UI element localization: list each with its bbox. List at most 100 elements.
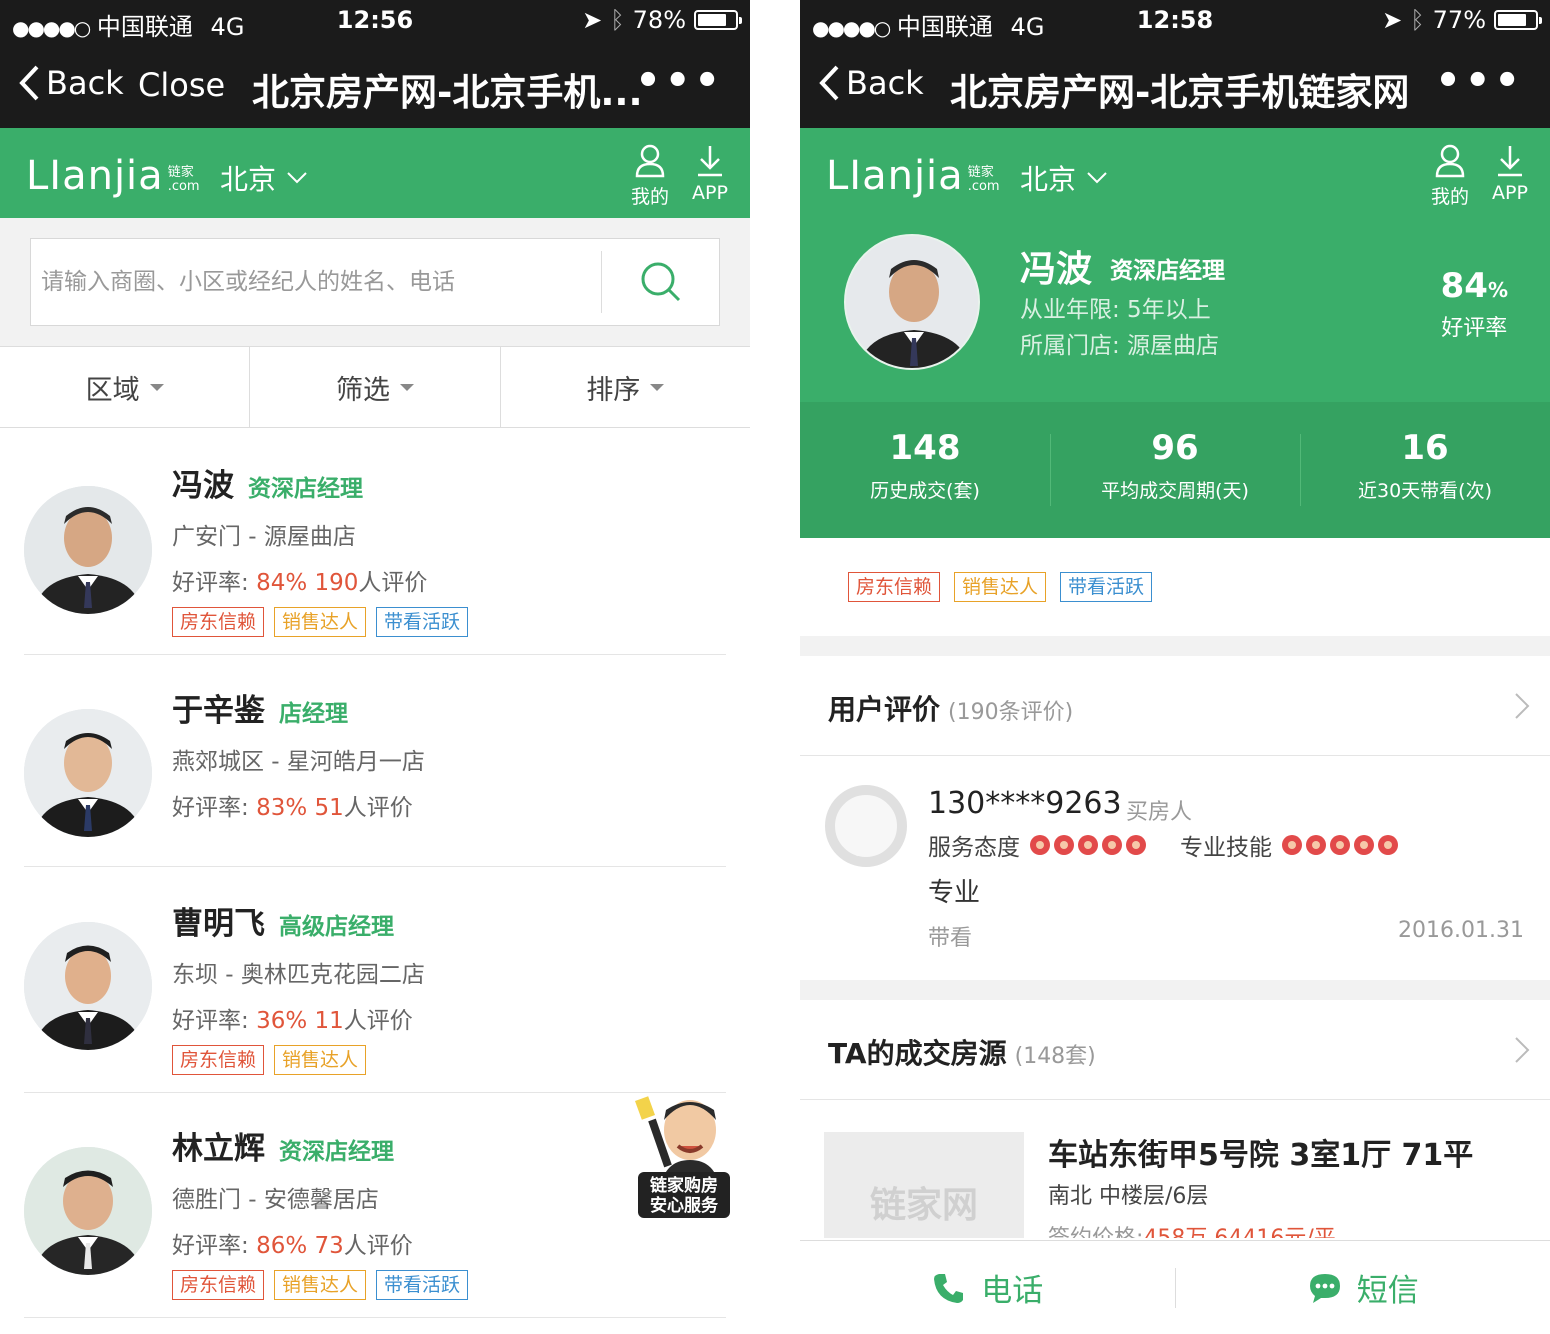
filter-label: 区域 [85, 374, 140, 406]
agent-card[interactable]: 冯波 资深店经理 广安门 - 源屋曲店 好评率: 84% 190人评价 房东信赖 … [24, 430, 726, 655]
mine-button[interactable]: 我的 [620, 144, 680, 209]
status-right: ➤ ᛒ 77% [1382, 6, 1542, 34]
agent-avatar [24, 486, 152, 614]
app-download-button[interactable]: APP [1480, 144, 1540, 204]
search-button[interactable] [602, 239, 720, 325]
back-label: Back [846, 64, 924, 102]
phone-icon [934, 1273, 964, 1303]
back-button[interactable]: Back [818, 64, 924, 102]
site-header: LIanjia 链家 .com 北京 我的 APP [0, 128, 750, 218]
logo-cn: 链家 [167, 165, 194, 180]
agent-rating: 好评率: 84% 190人评价 [172, 570, 428, 596]
tag-sales-expert: 销售达人 [274, 607, 367, 637]
city-selector[interactable]: 北京 [220, 158, 308, 198]
message-icon [1309, 1273, 1340, 1303]
filter-bar: 区域 筛选 排序 [0, 346, 750, 428]
filter-sort[interactable]: 排序 [501, 347, 750, 427]
mine-button[interactable]: 我的 [1420, 144, 1480, 209]
sms-label: 短信 [1356, 1273, 1419, 1309]
mine-label: 我的 [1430, 186, 1469, 208]
review-content: 专业 [928, 878, 981, 908]
back-button[interactable]: Back [18, 64, 124, 102]
lianjia-logo[interactable]: LIanjia 链家 .com [826, 156, 1000, 196]
filter-area[interactable]: 区域 [0, 347, 251, 427]
battery-icon [1494, 10, 1542, 30]
agent-role: 资深店经理 [279, 1139, 394, 1165]
agent-info: 于辛鉴 店经理 燕郊城区 - 星河皓月一店 好评率: 83% 51人评价 [172, 685, 425, 822]
call-button[interactable]: 电话 [800, 1241, 1175, 1334]
status-bar: ●●●●○ 中国联通 4G 12:56 ➤ ᛒ 78% [0, 0, 750, 41]
mascot-slogan: 链家购房 安心服务 [650, 1176, 718, 1216]
agent-rating: 好评率: 83% 51人评价 [172, 795, 413, 821]
app-download-button[interactable]: APP [680, 144, 740, 204]
close-button[interactable]: Close [138, 66, 225, 104]
logo-word: LIanjia [826, 153, 964, 199]
agent-avatar [24, 709, 152, 837]
site-header: LIanjia 链家 .com 北京 我的 APP [800, 128, 1550, 218]
deals-section-header[interactable]: TA的成交房源 (148套) [800, 1000, 1550, 1100]
stat-recent-viewings: 16 近30天带看(次) [1300, 402, 1550, 538]
logo-cn: 链家 [967, 165, 994, 180]
more-menu-button[interactable]: ••• [635, 58, 724, 104]
app-label: APP [1492, 182, 1528, 204]
caret-down-icon [399, 383, 414, 391]
section-count: (190条评价) [948, 700, 1074, 725]
review-count: 51 [314, 795, 344, 821]
chevron-down-icon [1087, 172, 1107, 184]
filter-screen[interactable]: 筛选 [250, 347, 501, 427]
agent-card[interactable]: 曹明飞 高级店经理 东坝 - 奥林匹克花园二店 好评率: 36% 11人评价 房东… [24, 868, 726, 1093]
status-bar: ●●●●○ 中国联通 4G 12:58 ➤ ᛒ 77% [800, 0, 1550, 41]
agent-role: 高级店经理 [279, 914, 394, 940]
battery-percent: 78% [632, 6, 686, 34]
rating-value: 84 [1440, 266, 1488, 306]
reviews-section-header[interactable]: 用户评价 (190条评价) [800, 656, 1550, 756]
status-right: ➤ ᛒ 78% [582, 6, 742, 34]
chevron-right-icon [1515, 1037, 1530, 1063]
agent-rating: 84% 好评率 [1440, 266, 1508, 341]
review-date: 2016.01.31 [1398, 918, 1524, 943]
agent-store: 东坝 - 奥林匹克花园二店 [172, 962, 425, 988]
agent-avatar [24, 1147, 152, 1275]
page-title: 北京房产网-北京手机链家网 [950, 71, 1410, 114]
tag-sales-expert: 销售达人 [274, 1270, 367, 1300]
chevron-down-icon [287, 172, 307, 184]
city-selector[interactable]: 北京 [1020, 158, 1108, 198]
lianjia-logo[interactable]: LIanjia 链家 .com [26, 156, 200, 196]
flower-icon [1126, 835, 1146, 855]
agent-store: 德胜门 - 安德馨居店 [172, 1187, 379, 1213]
person-photo-icon [24, 922, 152, 1050]
promo-mascot[interactable]: 链家购房 安心服务 [634, 1090, 734, 1220]
agent-card[interactable]: 于辛鉴 店经理 燕郊城区 - 星河皓月一店 好评率: 83% 51人评价 [24, 655, 726, 867]
agent-detail-screen: ●●●●○ 中国联通 4G 12:58 ➤ ᛒ 77% Back 北京房产网-北… [800, 0, 1550, 1334]
person-photo-icon [24, 486, 152, 614]
rating-percent: 36% [256, 1008, 308, 1034]
sms-button[interactable]: 短信 [1176, 1241, 1550, 1334]
battery-percent: 77% [1432, 6, 1486, 34]
user-icon [635, 144, 665, 178]
section-count: (148套) [1014, 1044, 1096, 1069]
agent-avatar [24, 922, 152, 1050]
tag-active-viewing: 带看活跃 [376, 607, 469, 637]
stat-label: 近30天带看(次) [1357, 480, 1492, 502]
tag-landlord-trust: 房东信赖 [172, 1270, 265, 1300]
tag-landlord-trust: 房东信赖 [848, 572, 941, 602]
skill-stars [1282, 835, 1398, 855]
agent-card[interactable]: 林立辉 资深店经理 德胜门 - 安德馨居店 好评率: 86% 73人评价 房东信赖… [24, 1093, 726, 1318]
section-title: 用户评价 [828, 693, 941, 726]
page-title: 北京房产网-北京手机... [252, 71, 642, 114]
tag-landlord-trust: 房东信赖 [172, 607, 265, 637]
chevron-right-icon [1515, 693, 1530, 719]
download-icon [698, 146, 722, 177]
person-photo-icon [24, 1147, 152, 1275]
agent-role: 资深店经理 [1110, 258, 1225, 284]
agent-name: 于辛鉴 [172, 693, 265, 729]
stat-value: 96 [1151, 428, 1199, 468]
service-label: 服务态度 [928, 835, 1020, 861]
agent-info: 曹明飞 高级店经理 东坝 - 奥林匹克花园二店 好评率: 36% 11人评价 房东… [172, 898, 425, 1075]
search-input[interactable] [41, 239, 601, 325]
more-menu-button[interactable]: ••• [1435, 58, 1524, 104]
deal-house-item[interactable]: 链家网 车站东街甲5号院 3室1厅 71平 南北 中楼层/6层 签约价格:458… [800, 1098, 1550, 1238]
house-price: 签约价格:458万 64416元/平 [1048, 1220, 1336, 1238]
house-details: 南北 中楼层/6层 [1048, 1184, 1209, 1209]
stat-value: 148 [889, 428, 961, 468]
